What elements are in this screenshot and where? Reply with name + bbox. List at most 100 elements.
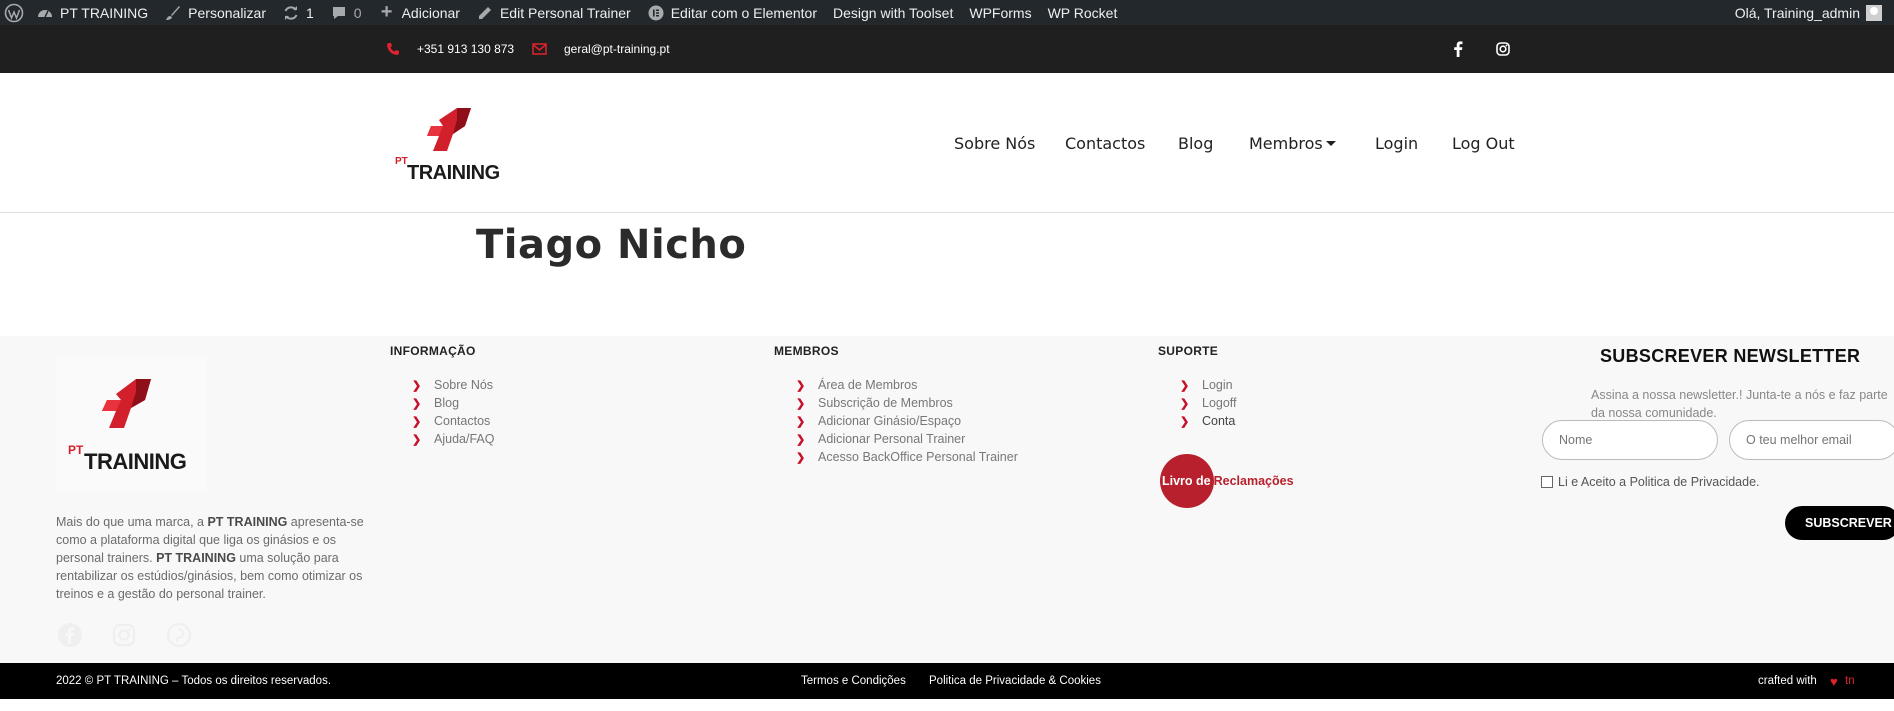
chevron-right-icon: ❯: [412, 433, 422, 446]
nav-login[interactable]: Login: [1375, 134, 1418, 153]
footer-link-adicionar-ginasio[interactable]: ❯ Adicionar Ginásio/Espaço: [796, 412, 1018, 430]
footer-column-title-membros: MEMBROS: [774, 344, 839, 358]
footer-link-sobre-nos[interactable]: ❯ Sobre Nós: [412, 376, 494, 394]
elementor-menu[interactable]: Editar com o Elementor: [639, 0, 825, 25]
customize-label: Personalizar: [188, 4, 266, 21]
instagram-icon: [1496, 42, 1510, 56]
nav-sobre-nos[interactable]: Sobre Nós: [954, 134, 1035, 153]
site-name-menu[interactable]: PT TRAINING: [28, 0, 156, 25]
footer-about-text: Mais do que uma marca, a PT TRAINING apr…: [56, 513, 376, 603]
email-address: geral@pt-training.pt: [564, 42, 670, 56]
footer-link-label: Blog: [434, 396, 460, 410]
newsletter-name-input[interactable]: [1542, 420, 1718, 460]
footer-facebook-link[interactable]: [57, 622, 83, 648]
edit-page-menu[interactable]: Edit Personal Trainer: [468, 0, 639, 25]
wordpress-icon: [4, 3, 24, 23]
comment-icon: [330, 4, 348, 22]
elementor-label: Editar com o Elementor: [670, 4, 817, 21]
nav-membros[interactable]: Membros: [1249, 134, 1323, 153]
instagram-icon: [112, 623, 136, 647]
dashboard-icon: [36, 4, 54, 22]
chevron-right-icon: ❯: [796, 433, 806, 446]
complaints-book-link[interactable]: Livro de Reclamações: [1160, 454, 1294, 508]
footer-link-label: Adicionar Personal Trainer: [818, 432, 966, 446]
footer-logo[interactable]: PT TRAINING: [56, 356, 206, 491]
newsletter-description: Assina a nossa newsletter.! Junta-te a n…: [1591, 388, 1888, 420]
phone-link[interactable]: +351 913 130 873: [386, 25, 514, 73]
wpforms-menu[interactable]: WPForms: [961, 0, 1039, 25]
chevron-right-icon: ❯: [1180, 415, 1190, 428]
site-name-label: PT TRAINING: [60, 4, 149, 21]
caret-down-icon[interactable]: [1326, 141, 1336, 146]
footer-column-title-informacao: INFORMAÇÃO: [390, 344, 476, 358]
pinterest-icon: [166, 622, 192, 648]
footer-link-login[interactable]: ❯ Login: [1180, 376, 1237, 394]
admin-bar: PT TRAINING Personalizar 1 0 + Adicionar…: [0, 0, 1894, 25]
customize-menu[interactable]: Personalizar: [156, 0, 274, 25]
footer-link-label: Login: [1202, 378, 1233, 392]
newsletter-email-input[interactable]: [1729, 420, 1894, 460]
footer-link-area-membros[interactable]: ❯ Área de Membros: [796, 376, 1018, 394]
plus-icon: +: [380, 1, 393, 23]
refresh-icon: [282, 4, 300, 22]
wordpress-logo-menu[interactable]: [0, 0, 28, 25]
subscribe-button[interactable]: SUBSCREVER: [1785, 506, 1894, 540]
my-account-menu[interactable]: Olá, Training_admin: [1727, 0, 1894, 25]
greeting-label: Olá, Training_admin: [1734, 4, 1860, 21]
footer-pinterest-link[interactable]: [166, 622, 192, 648]
footer-link-backoffice[interactable]: ❯ Acesso BackOffice Personal Trainer: [796, 448, 1018, 466]
facebook-link[interactable]: [1449, 40, 1467, 58]
privacy-consent: Li e Aceito a Politica de Privacidade.: [1541, 475, 1760, 489]
footer-link-blog[interactable]: ❯ Blog: [412, 394, 494, 412]
about-brand-name-2: PT TRAINING: [156, 551, 236, 565]
chevron-right-icon: ❯: [796, 397, 806, 410]
footer-column-title-suporte: SUPORTE: [1158, 344, 1219, 358]
add-new-menu[interactable]: + Adicionar: [370, 0, 468, 25]
footer-link-label: Área de Membros: [818, 378, 918, 392]
toolset-menu[interactable]: Design with Toolset: [825, 0, 961, 25]
footer-link-label: Logoff: [1202, 396, 1237, 410]
nav-blog[interactable]: Blog: [1178, 134, 1213, 153]
updates-menu[interactable]: 1: [274, 0, 322, 25]
privacy-link[interactable]: Politica de Privacidade & Cookies: [929, 663, 1101, 699]
wprocket-menu[interactable]: WP Rocket: [1040, 0, 1126, 25]
updates-count: 1: [306, 4, 314, 21]
phone-icon: [386, 42, 417, 56]
svg-text:PT: PT: [68, 443, 84, 457]
crafted-with-text: crafted with: [1758, 675, 1817, 687]
footer-link-label: Ajuda/FAQ: [434, 432, 495, 446]
privacy-consent-checkbox[interactable]: [1541, 476, 1553, 488]
about-brand-name: PT TRAINING: [207, 515, 288, 529]
footer-link-ajuda-faq[interactable]: ❯ Ajuda/FAQ: [412, 430, 494, 448]
toolset-label: Design with Toolset: [833, 4, 954, 21]
footer-link-conta[interactable]: ❯ Conta: [1180, 412, 1237, 430]
newsletter-title: SUBSCREVER NEWSLETTER: [1600, 346, 1861, 366]
nav-logout[interactable]: Log Out: [1452, 134, 1515, 153]
footer-link-adicionar-personal-trainer[interactable]: ❯ Adicionar Personal Trainer: [796, 430, 1018, 448]
page-title: Tiago Nicho: [476, 222, 747, 268]
chevron-right-icon: ❯: [796, 451, 806, 464]
comments-menu[interactable]: 0: [322, 0, 370, 25]
add-new-label: Adicionar: [401, 4, 460, 21]
terms-link[interactable]: Termos e Condições: [801, 663, 906, 699]
footer-link-subscricao-membros[interactable]: ❯ Subscrição de Membros: [796, 394, 1018, 412]
footer-instagram-link[interactable]: [111, 622, 137, 648]
about-text-prefix: Mais do que uma marca, a: [56, 515, 208, 529]
phone-number: +351 913 130 873: [417, 42, 515, 56]
comments-count: 0: [353, 4, 362, 21]
contact-bar: +351 913 130 873 geral@pt-training.pt: [0, 25, 1894, 73]
wpforms-label: WPForms: [969, 4, 1032, 21]
footer-link-label: Sobre Nós: [434, 378, 494, 392]
email-link[interactable]: geral@pt-training.pt: [532, 25, 670, 73]
copyright-bar: 2022 © PT TRAINING – Todos os direitos r…: [0, 663, 1894, 699]
crafted-by-link[interactable]: tn: [1845, 663, 1855, 699]
chevron-right-icon: ❯: [412, 415, 422, 428]
instagram-link[interactable]: [1494, 40, 1512, 58]
site-logo[interactable]: PT TRAINING: [395, 106, 500, 184]
footer-column-suporte: ❯ Login ❯ Logoff ❯ Conta: [1180, 376, 1237, 430]
facebook-icon: [1453, 41, 1463, 57]
nav-contactos[interactable]: Contactos: [1065, 134, 1145, 153]
pencil-icon: [476, 4, 494, 22]
footer-link-contactos[interactable]: ❯ Contactos: [412, 412, 494, 430]
footer-link-logoff[interactable]: ❯ Logoff: [1180, 394, 1237, 412]
